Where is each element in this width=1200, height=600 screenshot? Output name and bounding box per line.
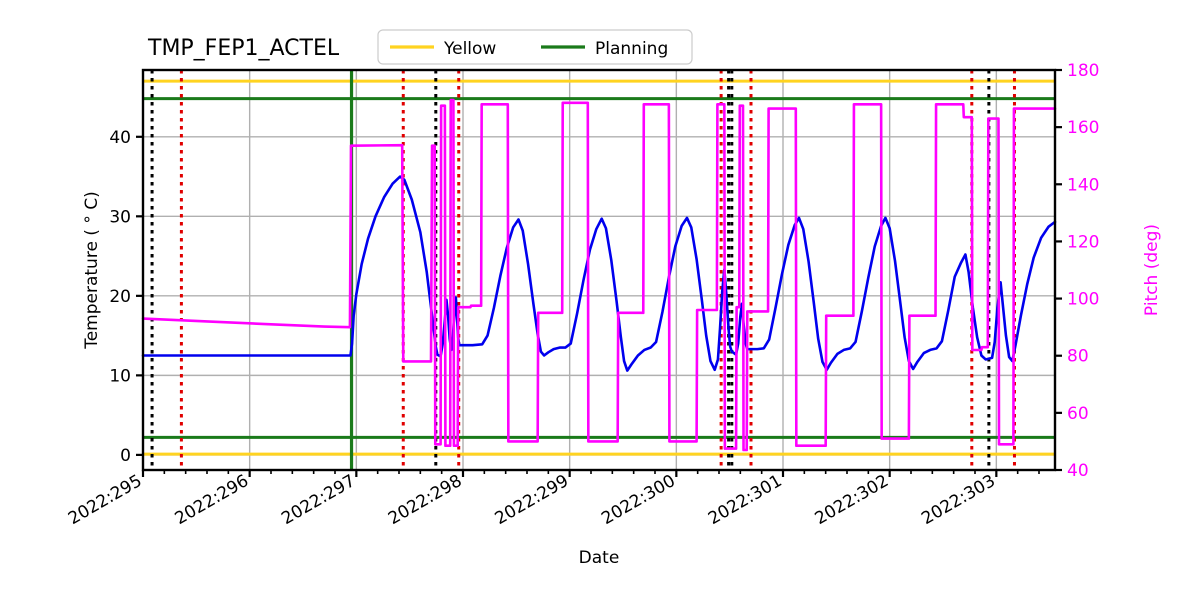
x-axis-label: Date [579, 548, 620, 568]
legend: Yellow Planning [377, 29, 693, 65]
legend-label-planning: Planning [595, 39, 668, 59]
y2-tick-label: 40 [1067, 461, 1089, 481]
page-title: TMP_FEP1_ACTEL [147, 36, 340, 61]
y-tick-label: 20 [109, 287, 131, 307]
y-tick-label: 40 [109, 128, 131, 148]
y2-tick-label: 60 [1067, 404, 1089, 424]
legend-label-yellow: Yellow [443, 39, 496, 59]
y-axis-label: Temperature ( ° C) [82, 191, 102, 350]
y2-tick-label: 160 [1067, 118, 1099, 138]
chart-root: 2022:295 2022:296 2022:297 2022:298 2022:299… [0, 0, 1200, 600]
y-tick-label: 30 [109, 207, 131, 227]
y-tick-label: 10 [109, 366, 131, 386]
y2-tick-label: 180 [1067, 61, 1099, 81]
y2-tick-label: 140 [1067, 175, 1099, 195]
plot-area-background [143, 70, 1055, 470]
y2-axis-label: Pitch (deg) [1142, 224, 1162, 316]
temperature-pitch-chart: 2022:295 2022:296 2022:297 2022:298 2022:299… [0, 0, 1200, 600]
y-tick-label: 0 [120, 446, 131, 466]
y2-tick-label: 80 [1067, 347, 1089, 367]
y2-tick-label: 100 [1067, 290, 1099, 310]
y2-tick-label: 120 [1067, 232, 1099, 252]
